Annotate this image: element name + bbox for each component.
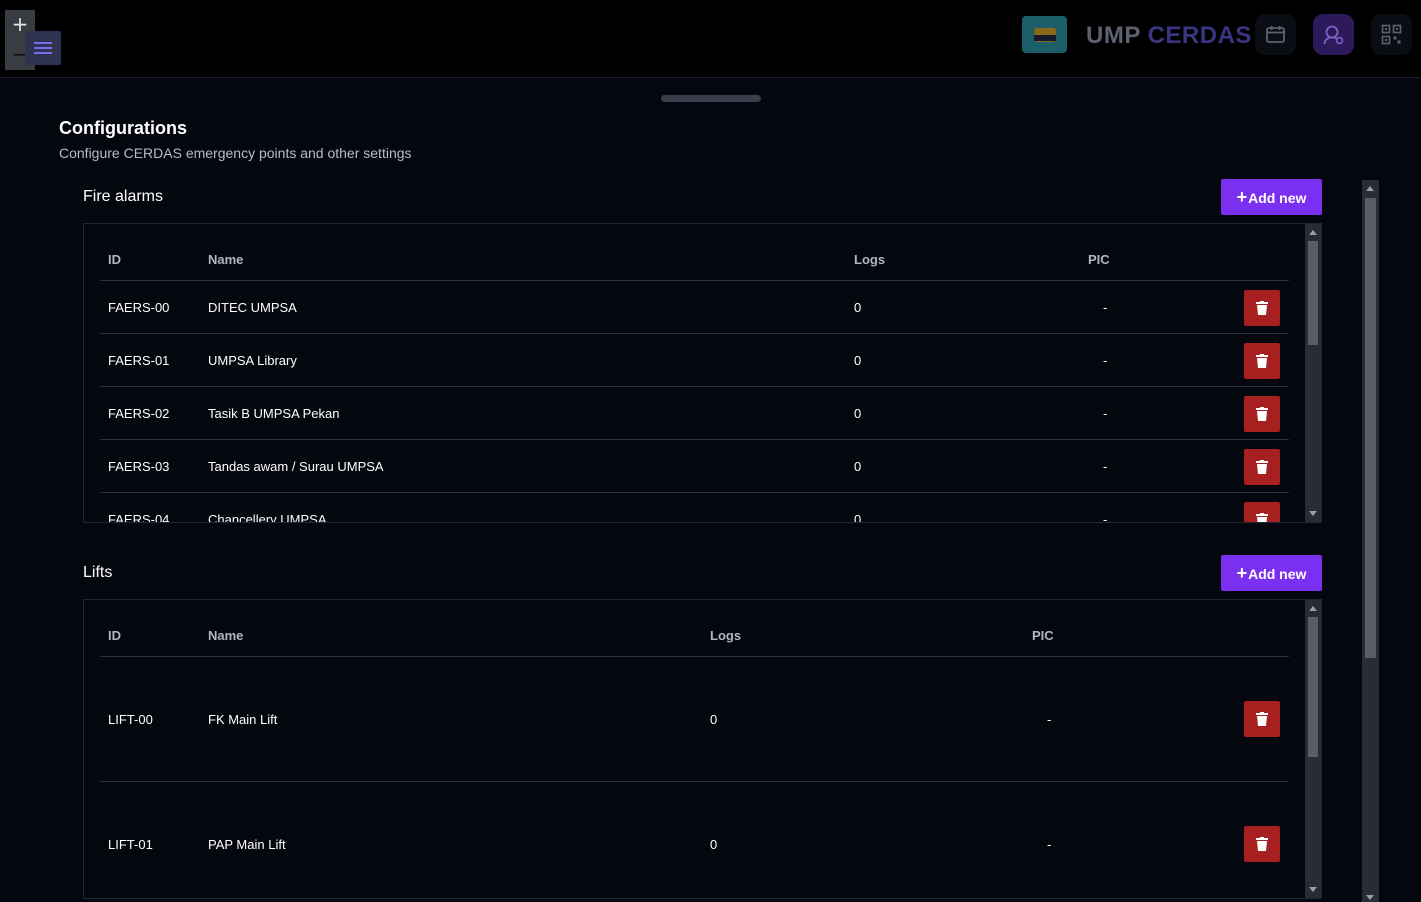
table-header: ID Name Logs PIC <box>100 600 1289 657</box>
row-logs: 0 <box>854 353 862 368</box>
row-logs: 0 <box>854 512 862 523</box>
table-row: LIFT-01 PAP Main Lift 0 - <box>100 782 1289 898</box>
trash-icon <box>1256 407 1268 421</box>
table-row: FAERS-01 UMPSA Library 0 - <box>100 334 1289 387</box>
column-header-name: Name <box>208 628 244 643</box>
row-id: LIFT-00 <box>108 712 153 727</box>
add-fire-alarm-label: Add new <box>1248 190 1307 206</box>
delete-button[interactable] <box>1244 290 1280 326</box>
menu-icon <box>34 42 52 44</box>
row-pic: - <box>1103 300 1108 315</box>
brand-name: UMP CERDAS <box>1086 22 1252 50</box>
column-header-pic: PIC <box>1032 628 1054 643</box>
delete-button[interactable] <box>1244 502 1280 522</box>
column-header-logs: Logs <box>710 628 742 643</box>
user-gear-icon <box>1323 25 1344 45</box>
drag-handle[interactable] <box>661 95 761 102</box>
top-bar: + − UMP CERDAS <box>0 0 1421 78</box>
menu-button[interactable] <box>25 31 61 65</box>
scroll-down-arrow-icon[interactable] <box>1366 895 1374 900</box>
row-pic: - <box>1047 712 1052 727</box>
scrollbar-thumb[interactable] <box>1308 241 1318 345</box>
plus-icon: + <box>1236 187 1248 207</box>
add-lift-label: Add new <box>1248 566 1307 582</box>
brand-logo <box>1022 16 1067 53</box>
row-logs: 0 <box>854 300 862 315</box>
row-name: Tasik B UMPSA Pekan <box>208 406 340 421</box>
table-row: FAERS-04 Chancellery UMPSA 0 - <box>100 493 1289 523</box>
column-header-pic: PIC <box>1088 252 1110 267</box>
brand-name-primary: UMP <box>1086 22 1141 49</box>
row-logs: 0 <box>710 837 718 852</box>
add-fire-alarm-button[interactable]: +Add new <box>1221 179 1322 215</box>
trash-icon <box>1256 354 1268 368</box>
row-pic: - <box>1103 512 1108 523</box>
plus-icon: + <box>1236 563 1248 583</box>
row-logs: 0 <box>854 406 862 421</box>
brand-name-accent: CERDAS <box>1147 22 1252 49</box>
row-name: PAP Main Lift <box>208 837 286 852</box>
row-name: DITEC UMPSA <box>208 300 297 315</box>
scroll-up-arrow-icon[interactable] <box>1309 230 1317 235</box>
row-id: FAERS-01 <box>108 353 170 368</box>
fire-alarms-table: ID Name Logs PIC FAERS-00 DITEC UMPSA 0 … <box>83 223 1322 523</box>
trash-icon <box>1256 301 1268 315</box>
table-row: FAERS-03 Tandas awam / Surau UMPSA 0 - <box>100 440 1289 493</box>
column-header-id: ID <box>108 252 121 267</box>
fire-alarms-scrollbar[interactable] <box>1305 224 1321 522</box>
user-settings-button[interactable] <box>1313 14 1354 55</box>
delete-button[interactable] <box>1244 396 1280 432</box>
row-id: FAERS-02 <box>108 406 170 421</box>
delete-button[interactable] <box>1244 449 1280 485</box>
page-scrollbar[interactable] <box>1362 180 1379 902</box>
page-subtitle: Configure CERDAS emergency points and ot… <box>59 145 412 161</box>
delete-button[interactable] <box>1244 826 1280 862</box>
trash-icon <box>1256 712 1268 726</box>
column-header-id: ID <box>108 628 121 643</box>
page-title: Configurations <box>59 118 187 138</box>
table-row: LIFT-00 FK Main Lift 0 - <box>100 657 1289 782</box>
scroll-down-arrow-icon[interactable] <box>1309 887 1317 892</box>
trash-icon <box>1256 837 1268 851</box>
row-id: LIFT-01 <box>108 837 153 852</box>
delete-button[interactable] <box>1244 343 1280 379</box>
column-header-logs: Logs <box>854 252 886 267</box>
column-header-name: Name <box>208 252 244 267</box>
delete-button[interactable] <box>1244 701 1280 737</box>
row-pic: - <box>1103 353 1108 368</box>
trash-icon <box>1256 460 1268 474</box>
row-id: FAERS-04 <box>108 512 170 523</box>
table-row: FAERS-00 DITEC UMPSA 0 - <box>100 281 1289 334</box>
lifts-scrollbar[interactable] <box>1305 600 1321 898</box>
row-name: Chancellery UMPSA <box>208 512 327 523</box>
row-logs: 0 <box>710 712 718 727</box>
scroll-down-arrow-icon[interactable] <box>1309 511 1317 516</box>
row-pic: - <box>1103 406 1108 421</box>
lifts-title: Lifts <box>83 564 113 581</box>
scrollbar-thumb[interactable] <box>1308 617 1318 757</box>
scroll-up-arrow-icon[interactable] <box>1309 606 1317 611</box>
table-row: FAERS-02 Tasik B UMPSA Pekan 0 - <box>100 387 1289 440</box>
calendar-button[interactable] <box>1255 14 1296 55</box>
qr-code-icon <box>1381 24 1402 45</box>
qr-code-button[interactable] <box>1371 14 1412 55</box>
add-lift-button[interactable]: +Add new <box>1221 555 1322 591</box>
row-name: UMPSA Library <box>208 353 297 368</box>
calendar-icon <box>1266 26 1285 43</box>
row-pic: - <box>1047 837 1052 852</box>
trash-icon <box>1256 513 1268 522</box>
row-id: FAERS-03 <box>108 459 170 474</box>
scroll-up-arrow-icon[interactable] <box>1366 186 1374 191</box>
lifts-table: ID Name Logs PIC LIFT-00 FK Main Lift 0 … <box>83 599 1322 899</box>
fire-alarms-title: Fire alarms <box>83 188 164 205</box>
row-pic: - <box>1103 459 1108 474</box>
row-id: FAERS-00 <box>108 300 170 315</box>
row-logs: 0 <box>854 459 862 474</box>
table-header: ID Name Logs PIC <box>100 224 1289 281</box>
row-name: Tandas awam / Surau UMPSA <box>208 459 384 474</box>
scrollbar-thumb[interactable] <box>1365 198 1376 658</box>
row-name: FK Main Lift <box>208 712 278 727</box>
